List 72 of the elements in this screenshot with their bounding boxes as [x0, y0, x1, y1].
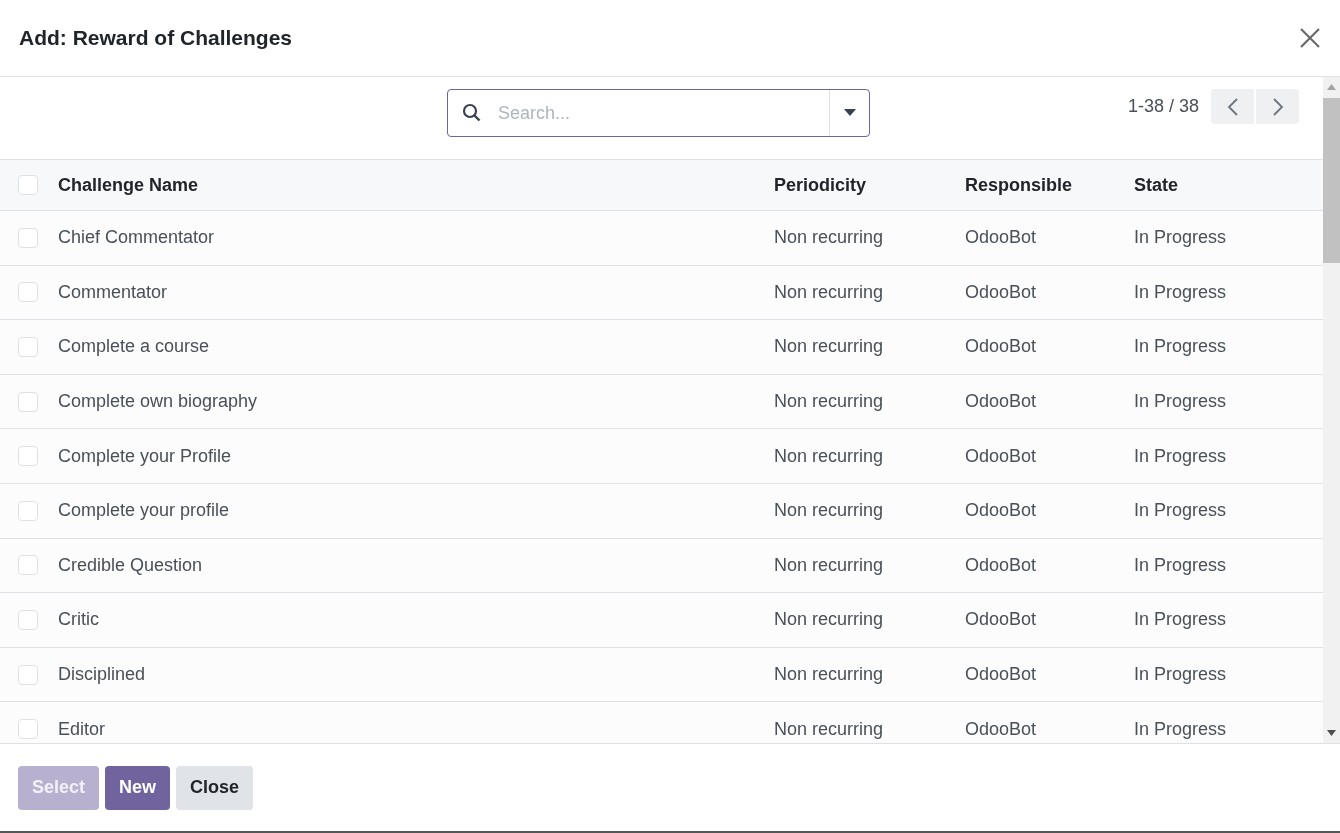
- table-cell-text: Non recurring: [774, 499, 885, 523]
- table-cell-text: In Progress: [1134, 390, 1228, 414]
- column-header[interactable]: Periodicity: [774, 171, 965, 199]
- checkbox[interactable]: [18, 609, 38, 630]
- table-cell-text: OdooBot: [965, 444, 1038, 468]
- column-header[interactable]: Responsible: [965, 171, 1134, 199]
- column-header[interactable]: Challenge Name: [58, 171, 774, 199]
- close-icon[interactable]: [1298, 26, 1322, 50]
- next-page-button[interactable]: [1256, 89, 1299, 124]
- search-bar[interactable]: Search...: [447, 89, 870, 137]
- table-cell-text: OdooBot: [965, 499, 1038, 523]
- table-cell-text: Non recurring: [774, 553, 885, 577]
- table-cell-text: Complete a course: [58, 335, 211, 359]
- checkbox[interactable]: [18, 175, 38, 195]
- checkbox[interactable]: [18, 500, 38, 521]
- table-cell-text: Disciplined: [58, 663, 147, 687]
- table-cell-text: Non recurring: [774, 335, 885, 359]
- table-cell-text: Non recurring: [774, 444, 885, 468]
- checkbox[interactable]: [18, 446, 38, 467]
- table-cell-text: OdooBot: [965, 553, 1038, 577]
- scrollbar-thumb[interactable]: [1323, 98, 1340, 263]
- table-cell-text: Non recurring: [774, 390, 885, 414]
- search-field[interactable]: Search...: [498, 99, 829, 127]
- table-cell-text: OdooBot: [965, 226, 1038, 250]
- table-cell-text: Complete your profile: [58, 499, 231, 523]
- checkbox[interactable]: [18, 664, 38, 685]
- checkbox[interactable]: [18, 719, 38, 740]
- scroll-down-icon[interactable]: [1327, 730, 1336, 736]
- pager-range: 1-38 / 38: [1127, 95, 1199, 118]
- table-cell-text: Non recurring: [774, 608, 885, 632]
- table-cell-text: Non recurring: [774, 717, 885, 741]
- previous-page-button[interactable]: [1211, 89, 1254, 124]
- checkbox[interactable]: [18, 555, 38, 576]
- table-cell-text: OdooBot: [965, 608, 1038, 632]
- table-cell-text: OdooBot: [965, 335, 1038, 359]
- chevron-left-icon: [1226, 96, 1239, 117]
- table-cell-text: OdooBot: [965, 280, 1038, 304]
- dialog-title: Add: Reward of Challenges: [19, 25, 293, 52]
- table-cell-text: Editor: [58, 717, 107, 741]
- table-cell-text: Credible Question: [58, 553, 204, 577]
- column-header[interactable]: State: [1134, 171, 1323, 199]
- dialog-button[interactable]: Close: [176, 765, 254, 810]
- table-cell-text: Non recurring: [774, 226, 885, 250]
- search-icon: [462, 103, 482, 123]
- table-cell-text: Non recurring: [774, 663, 885, 687]
- table-cell-text: Non recurring: [774, 280, 885, 304]
- checkbox[interactable]: [18, 391, 38, 412]
- chevron-right-icon: [1271, 96, 1284, 117]
- dialog-button[interactable]: New: [105, 765, 171, 810]
- checkbox[interactable]: [18, 282, 38, 303]
- table-cell-text: OdooBot: [965, 390, 1038, 414]
- table-cell-text: In Progress: [1134, 444, 1228, 468]
- table-cell-text: In Progress: [1134, 499, 1228, 523]
- table-cell-text: In Progress: [1134, 280, 1228, 304]
- caret-down-icon: [843, 109, 856, 117]
- table-cell-text: OdooBot: [965, 717, 1038, 741]
- table-cell-text: OdooBot: [965, 663, 1038, 687]
- scroll-up-icon[interactable]: [1327, 84, 1336, 90]
- table-cell-text: In Progress: [1134, 226, 1228, 250]
- table-cell-text: In Progress: [1134, 608, 1228, 632]
- table-cell-text: Complete your Profile: [58, 444, 233, 468]
- table-cell-text: In Progress: [1134, 335, 1228, 359]
- table-cell-text: Commentator: [58, 280, 169, 304]
- checkbox[interactable]: [18, 337, 38, 357]
- table-cell-text: Chief Commentator: [58, 226, 216, 250]
- table-cell-text: Critic: [58, 608, 100, 632]
- table-cell-text: In Progress: [1134, 663, 1228, 687]
- checkbox[interactable]: [18, 227, 38, 248]
- scrollbar[interactable]: [1323, 77, 1340, 743]
- table-cell-text: Complete own biography: [58, 390, 259, 414]
- table-cell-text: In Progress: [1134, 553, 1228, 577]
- table-cell-text: In Progress: [1134, 717, 1228, 741]
